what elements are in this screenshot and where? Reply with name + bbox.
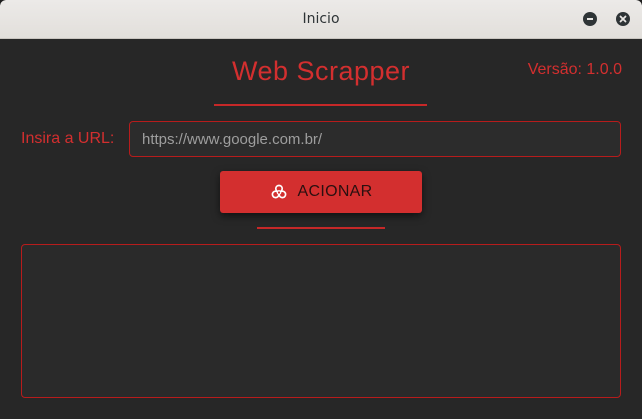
url-label: Insira a URL: [21,130,115,147]
acionar-button-label: ACIONAR [297,183,373,200]
acionar-button[interactable]: ACIONAR [220,171,422,213]
app-window: Inicio Web Scrapper Versão: 1.0.0 Insira… [0,0,642,419]
version-label: Versão: 1.0.0 [527,61,622,78]
app-title: Web Scrapper [231,56,411,86]
button-divider [257,227,385,229]
url-input[interactable] [129,121,621,157]
output-textarea[interactable] [21,244,621,398]
minimize-icon[interactable] [583,12,597,26]
biohazard-icon [270,183,288,201]
window-title: Inicio [302,11,340,27]
title-divider [214,104,427,106]
close-icon[interactable] [616,12,630,26]
title-bar[interactable]: Inicio [0,0,642,39]
